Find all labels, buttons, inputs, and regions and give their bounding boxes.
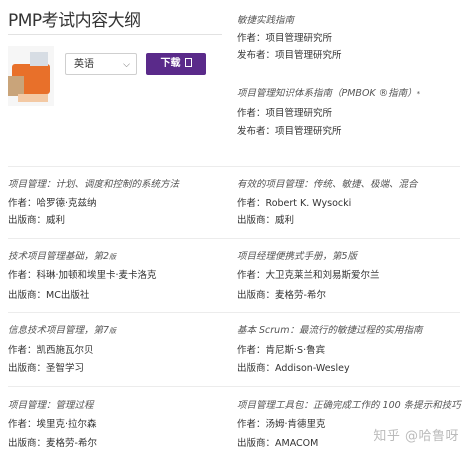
row-divider xyxy=(8,166,460,167)
book-publisher: 出版商：威利 xyxy=(8,215,66,226)
language-select-value: 英语 xyxy=(74,59,94,70)
book-publisher: 发布者：项目管理研究所 xyxy=(237,126,342,137)
book-publisher: 出版商：麦格劳-希尔 xyxy=(8,438,97,449)
row-divider xyxy=(8,312,460,313)
book-title-link[interactable]: 敏捷实践指南 xyxy=(237,12,294,26)
book-author: 作者：项目管理研究所 xyxy=(237,33,333,44)
book-title-link[interactable]: 项目管理工具包：正确完成工作的 100 条提示和技巧 xyxy=(237,397,461,411)
download-button[interactable]: 下载 xyxy=(146,53,206,75)
book-title-link[interactable]: 项目管理：计划、调度和控制的系统方法 xyxy=(8,176,179,190)
book-publisher: 发布者：项目管理研究所 xyxy=(237,50,342,61)
book-title-link[interactable]: 信息技术项目管理，第7版 xyxy=(8,322,116,336)
book-title-link[interactable]: 基本 Scrum：最流行的敏捷过程的实用指南 xyxy=(237,322,422,336)
watermark: 知乎 @哈鲁呀 xyxy=(373,429,459,444)
book-author: 作者：大卫克莱兰和刘易斯爱尔兰 xyxy=(237,270,380,281)
book-author: 作者：汤姆·肯德里克 xyxy=(237,419,326,430)
book-publisher: 出版商：麦格劳-希尔 xyxy=(237,290,326,301)
book-title-link[interactable]: 项目管理知识体系指南（PMBOK ®指南）* xyxy=(237,85,420,99)
download-button-label: 下载 xyxy=(160,58,181,69)
book-publisher: 出版商：Addison-Wesley xyxy=(237,363,350,374)
book-title-link[interactable]: 技术项目管理基础，第2版 xyxy=(8,248,116,262)
book-title-link[interactable]: 项目经理便携式手册，第5版 xyxy=(237,248,357,262)
book-author: 作者：项目管理研究所 xyxy=(237,108,333,119)
book-author: 作者：哈罗德·克兹纳 xyxy=(8,198,97,209)
book-title-link[interactable]: 项目管理：管理过程 xyxy=(8,397,94,411)
language-select[interactable]: 英语 ⌵ xyxy=(65,53,137,75)
book-cover-image xyxy=(8,46,54,106)
row-divider xyxy=(8,386,460,387)
book-title-link[interactable]: 有效的项目管理：传统、敏捷、极端、混合 xyxy=(237,176,418,190)
chevron-down-icon: ⌵ xyxy=(123,60,130,70)
row-divider xyxy=(8,238,460,239)
book-author: 作者：肯尼斯·S·鲁宾 xyxy=(237,345,326,356)
book-publisher: 出版商：AMACOM xyxy=(237,438,319,449)
document-icon xyxy=(184,58,192,67)
book-publisher: 出版商：MC出版社 xyxy=(8,290,90,301)
title-divider xyxy=(8,34,222,35)
book-author: 作者：Robert K. Wysocki xyxy=(237,198,352,209)
book-author: 作者：科琳·加顿和埃里卡·麦卡洛克 xyxy=(8,270,157,281)
book-publisher: 出版商：威利 xyxy=(237,215,295,226)
page-title: PMP考试内容大纲 xyxy=(8,11,141,31)
book-author: 作者：埃里克·拉尔森 xyxy=(8,419,97,430)
book-author: 作者：凯西施瓦尔贝 xyxy=(8,345,94,356)
book-publisher: 出版商：圣智学习 xyxy=(8,363,85,374)
